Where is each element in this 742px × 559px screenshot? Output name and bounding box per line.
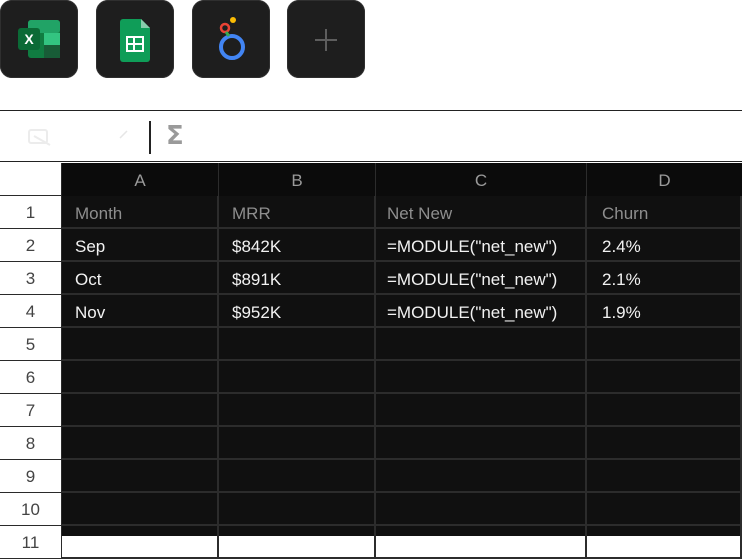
add-app-tile[interactable]: [287, 0, 365, 78]
cell-a9[interactable]: [62, 460, 219, 493]
cell-a7[interactable]: [62, 394, 219, 427]
cell-d7[interactable]: [587, 394, 742, 427]
cell-d1[interactable]: Churn: [587, 196, 742, 229]
row-header-6[interactable]: 6: [0, 361, 62, 394]
cell-a11[interactable]: [62, 526, 219, 559]
cell-d10[interactable]: [587, 493, 742, 526]
cell-d11[interactable]: [587, 526, 742, 559]
looker-app-tile[interactable]: [192, 0, 270, 78]
svg-text:X: X: [24, 31, 34, 47]
cell-b10[interactable]: [219, 493, 376, 526]
row-header-10[interactable]: 10: [0, 493, 62, 526]
cell-a8[interactable]: [62, 427, 219, 460]
row-header-11[interactable]: 11: [0, 526, 62, 559]
cell-a4[interactable]: Nov: [62, 295, 219, 328]
cell-a3[interactable]: Oct: [62, 262, 219, 295]
cell-b6[interactable]: [219, 361, 376, 394]
cell-d6[interactable]: [587, 361, 742, 394]
cell-b1[interactable]: MRR: [219, 196, 376, 229]
cell-c8[interactable]: [376, 427, 587, 460]
row-header-2[interactable]: 2: [0, 229, 62, 262]
cell-c2[interactable]: =MODULE("net_new"): [376, 229, 587, 262]
cell-a10[interactable]: [62, 493, 219, 526]
cell-c4[interactable]: =MODULE("net_new"): [376, 295, 587, 328]
cell-b8[interactable]: [219, 427, 376, 460]
column-header-c[interactable]: C: [376, 163, 587, 196]
cell-b11[interactable]: [219, 526, 376, 559]
cell-c5[interactable]: [376, 328, 587, 361]
cell-b9[interactable]: [219, 460, 376, 493]
column-header-d[interactable]: D: [587, 163, 742, 196]
row-header-8[interactable]: 8: [0, 427, 62, 460]
cell-d9[interactable]: [587, 460, 742, 493]
cell-c11[interactable]: [376, 526, 587, 559]
cell-c6[interactable]: [376, 361, 587, 394]
cell-b5[interactable]: [219, 328, 376, 361]
cell-d3[interactable]: 2.1%: [587, 262, 742, 295]
cell-b7[interactable]: [219, 394, 376, 427]
cell-c3[interactable]: =MODULE("net_new"): [376, 262, 587, 295]
row-header-7[interactable]: 7: [0, 394, 62, 427]
name-box-icon[interactable]: [28, 127, 54, 147]
looker-icon: [219, 17, 245, 60]
row-header-3[interactable]: 3: [0, 262, 62, 295]
column-header-a[interactable]: A: [62, 163, 219, 196]
row-header-4[interactable]: 4: [0, 295, 62, 328]
cell-a1[interactable]: Month: [62, 196, 219, 229]
cell-d5[interactable]: [587, 328, 742, 361]
cell-b4[interactable]: $952K: [219, 295, 376, 328]
excel-app-tile[interactable]: X: [0, 0, 78, 78]
cell-d4[interactable]: 1.9%: [587, 295, 742, 328]
cell-a6[interactable]: [62, 361, 219, 394]
select-all-corner[interactable]: [0, 163, 62, 196]
google-sheets-app-tile[interactable]: [96, 0, 174, 78]
cell-b3[interactable]: $891K: [219, 262, 376, 295]
row-header-5[interactable]: 5: [0, 328, 62, 361]
chevron-down-icon[interactable]: [118, 128, 130, 140]
cell-c1[interactable]: Net New: [376, 196, 587, 229]
cell-a2[interactable]: Sep: [62, 229, 219, 262]
google-sheets-icon: [120, 19, 150, 62]
excel-icon: X: [18, 20, 60, 58]
cell-d8[interactable]: [587, 427, 742, 460]
cell-b2[interactable]: $842K: [219, 229, 376, 262]
cell-a5[interactable]: [62, 328, 219, 361]
spreadsheet-grid: A B C D 1 Month MRR Net New Churn 2 Sep $842K =MODUL…: [0, 163, 742, 559]
plus-icon: [315, 29, 337, 51]
sigma-function-icon[interactable]: Σ: [166, 121, 184, 151]
column-header-b[interactable]: B: [219, 163, 376, 196]
formula-bar: Σ: [0, 110, 742, 162]
formula-bar-divider: [149, 121, 151, 154]
cell-c7[interactable]: [376, 394, 587, 427]
cell-c10[interactable]: [376, 493, 587, 526]
cell-d2[interactable]: 2.4%: [587, 229, 742, 262]
row-header-1[interactable]: 1: [0, 196, 62, 229]
row-header-9[interactable]: 9: [0, 460, 62, 493]
cell-c9[interactable]: [376, 460, 587, 493]
